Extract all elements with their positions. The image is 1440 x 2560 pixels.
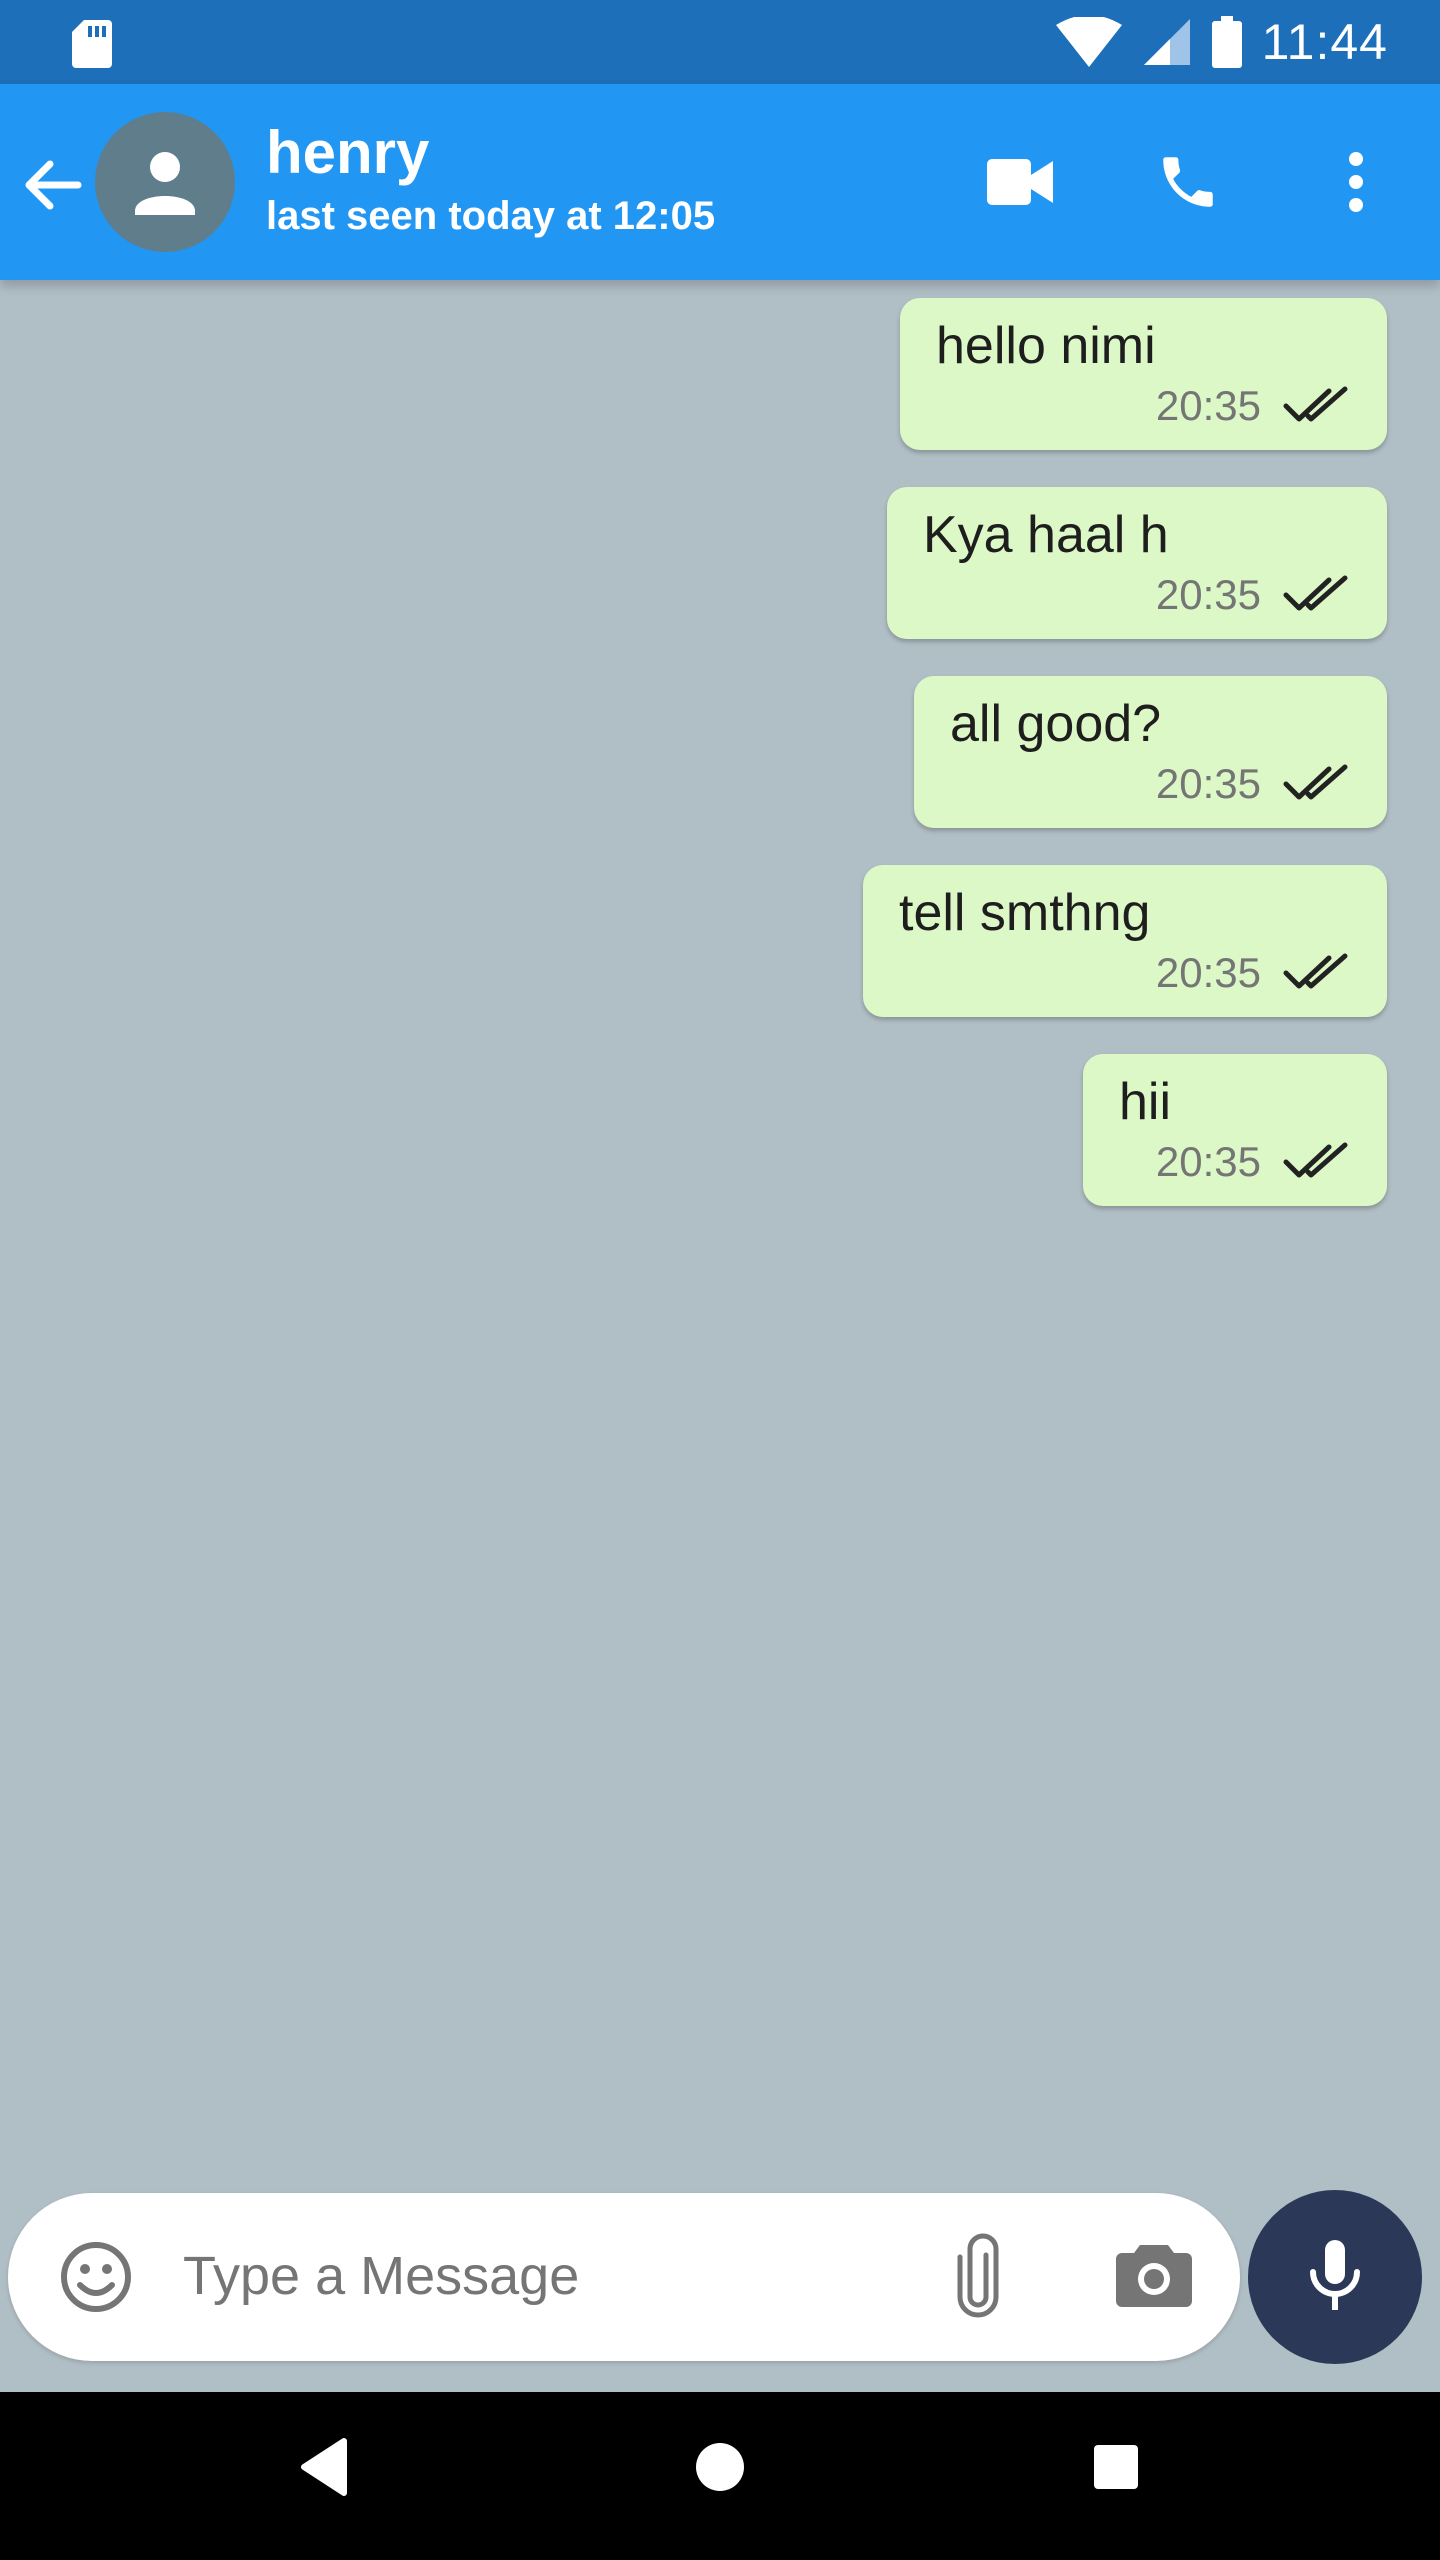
status-bar: 11:44 [0, 0, 1440, 84]
message-bubble[interactable]: all good? 20:35 [914, 676, 1387, 828]
double-check-icon [1283, 575, 1348, 611]
message-list[interactable]: hello nimi 20:35 Kya haal h 20:35 all go… [0, 280, 1440, 2190]
contact-name[interactable]: henry [266, 118, 429, 187]
voice-call-button[interactable] [1146, 140, 1230, 224]
message-bubble[interactable]: Kya haal h 20:35 [887, 487, 1387, 639]
message-text: hii [1119, 1073, 1172, 1131]
more-options-button[interactable] [1314, 140, 1398, 224]
message-time: 20:35 [1155, 571, 1261, 618]
video-call-button[interactable] [978, 140, 1062, 224]
double-check-icon [1283, 953, 1348, 989]
message-text: tell smthng [899, 884, 1151, 942]
message-text: Kya haal h [923, 506, 1169, 564]
message-composer[interactable]: Type a Message [8, 2193, 1240, 2361]
message-time: 20:35 [1155, 949, 1261, 996]
system-nav-bar [0, 2392, 1440, 2560]
wifi-icon [1055, 17, 1122, 67]
attach-icon[interactable] [956, 2233, 1000, 2319]
double-check-icon [1283, 1142, 1348, 1178]
message-bubble[interactable]: hii 20:35 [1083, 1054, 1387, 1206]
message-bubble[interactable]: hello nimi 20:35 [900, 298, 1387, 450]
phone-icon [1163, 157, 1213, 207]
message-time: 20:35 [1155, 1138, 1261, 1185]
person-icon [135, 152, 195, 215]
message-time: 20:35 [1155, 382, 1261, 429]
message-text: all good? [950, 695, 1162, 753]
sd-card-icon [72, 20, 112, 68]
message-input[interactable]: Type a Message [183, 2245, 579, 2307]
battery-icon [1211, 16, 1242, 68]
double-check-icon [1283, 386, 1348, 422]
emoji-icon[interactable] [58, 2239, 134, 2315]
last-seen-status: last seen today at 12:05 [266, 194, 716, 238]
chat-header: henry last seen today at 12:05 [0, 84, 1440, 280]
nav-back-icon[interactable] [298, 2437, 348, 2497]
message-bubble[interactable]: tell smthng 20:35 [863, 865, 1387, 1017]
more-vert-icon [1349, 152, 1363, 212]
nav-home-icon[interactable] [696, 2437, 744, 2497]
signal-icon [1143, 19, 1190, 65]
mic-button[interactable] [1248, 2190, 1422, 2364]
camera-icon[interactable] [1116, 2241, 1192, 2307]
nav-recents-icon[interactable] [1094, 2437, 1138, 2497]
message-time: 20:35 [1155, 760, 1261, 807]
double-check-icon [1283, 764, 1348, 800]
message-text: hello nimi [936, 317, 1156, 375]
mic-icon [1310, 2240, 1360, 2310]
status-time: 11:44 [1261, 14, 1388, 70]
avatar[interactable] [95, 112, 235, 252]
video-call-icon [987, 159, 1053, 205]
back-arrow-icon[interactable] [18, 150, 88, 220]
